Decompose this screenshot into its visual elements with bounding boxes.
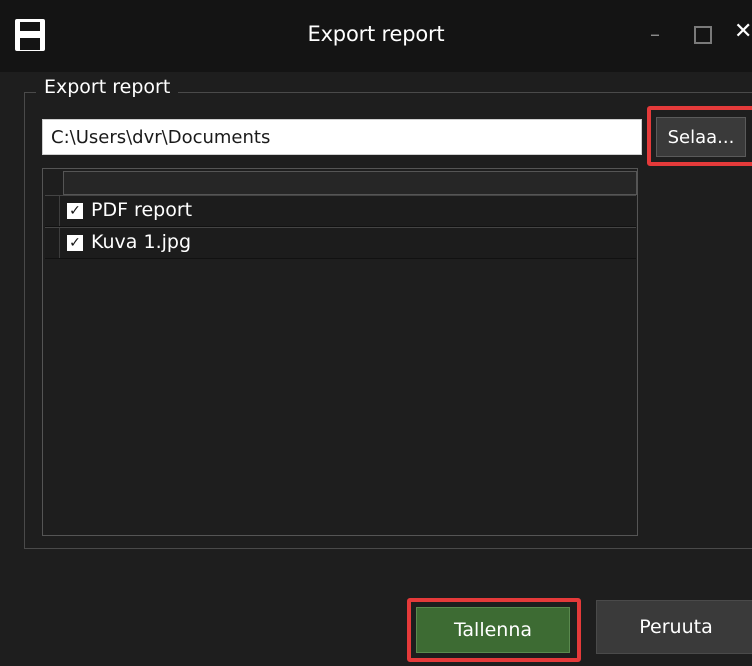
list-item[interactable]: ✓ PDF report	[45, 195, 636, 227]
list-header	[63, 171, 637, 195]
minimize-icon[interactable]: –	[650, 24, 660, 44]
save-button[interactable]: Tallenna	[416, 607, 570, 653]
path-input[interactable]	[42, 119, 642, 155]
browse-button[interactable]: Selaa...	[656, 117, 746, 157]
row-gutter	[45, 196, 60, 226]
list-item-label: Kuva 1.jpg	[91, 231, 192, 253]
cancel-button[interactable]: Peruuta	[596, 600, 752, 654]
title-bar: Export report – ✕	[0, 0, 752, 72]
group-label: Export report	[36, 76, 179, 98]
export-items-list: ✓ PDF report ✓ Kuva 1.jpg	[42, 168, 638, 536]
window-title: Export report	[307, 22, 445, 46]
checkbox[interactable]: ✓	[67, 203, 83, 219]
list-item-label: PDF report	[91, 199, 193, 221]
checkbox[interactable]: ✓	[67, 235, 83, 251]
row-gutter	[45, 228, 60, 258]
close-icon[interactable]: ✕	[734, 21, 752, 43]
list-item[interactable]: ✓ Kuva 1.jpg	[45, 227, 636, 259]
maximize-icon[interactable]	[694, 26, 712, 44]
